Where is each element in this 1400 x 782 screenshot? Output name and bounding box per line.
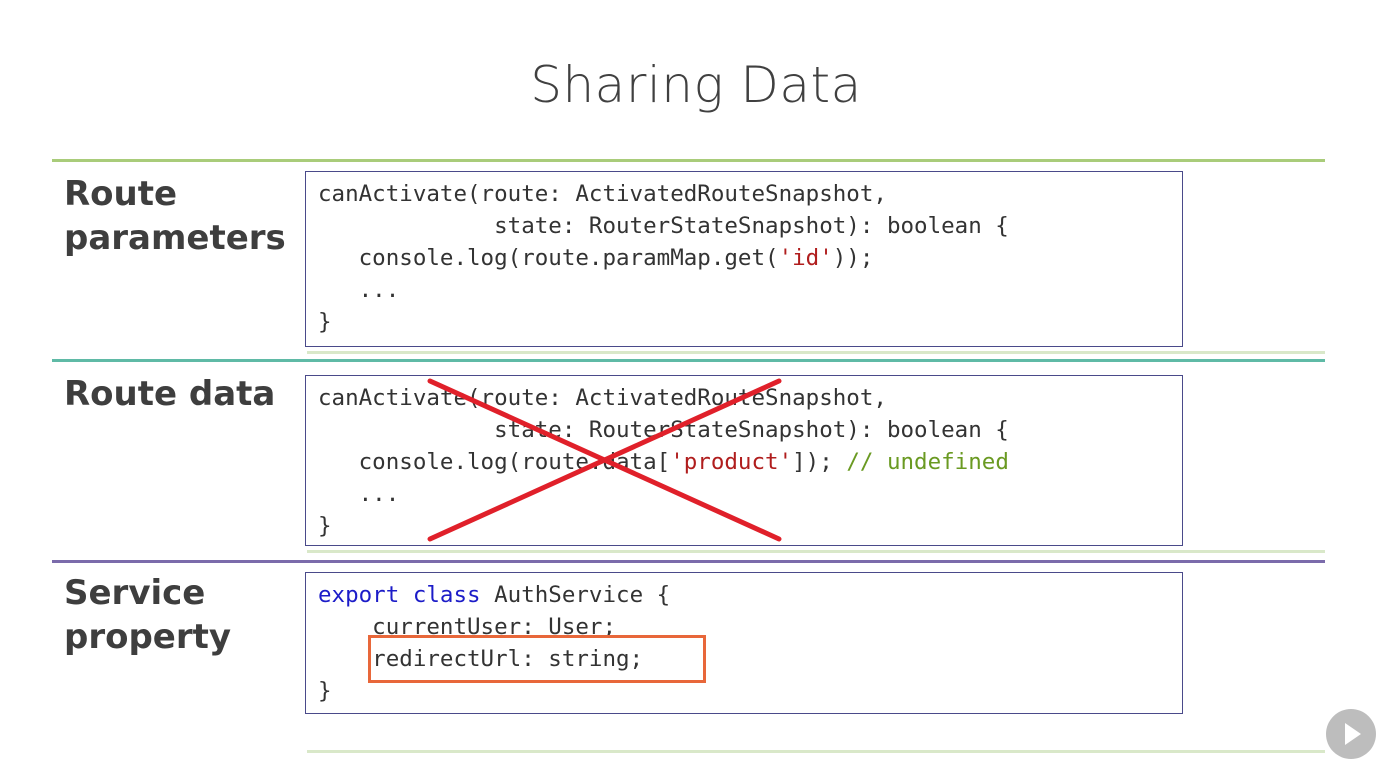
play-icon xyxy=(1345,723,1361,745)
play-button[interactable] xyxy=(1326,709,1376,759)
highlight-redirect-url xyxy=(368,635,706,683)
